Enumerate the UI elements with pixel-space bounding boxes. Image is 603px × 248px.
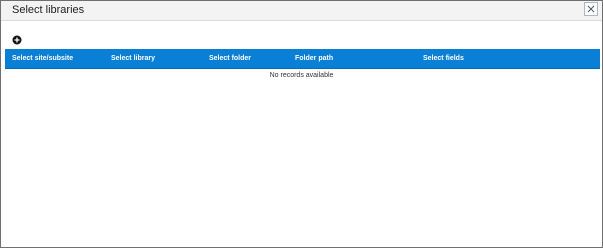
column-header-folder[interactable]: Select folder xyxy=(209,55,251,63)
add-row-button[interactable] xyxy=(12,32,22,45)
column-header-fields[interactable]: Select fields xyxy=(423,55,464,63)
column-header-site[interactable]: Select site/subsite xyxy=(12,55,73,63)
select-libraries-dialog: Select libraries Select site/subsite Sel… xyxy=(0,0,603,248)
column-header-library[interactable]: Select library xyxy=(111,55,155,63)
grid-header: Select site/subsite Select library Selec… xyxy=(5,49,600,69)
dialog-titlebar: Select libraries xyxy=(1,1,602,21)
close-button[interactable] xyxy=(584,2,598,16)
empty-grid-message: No records available xyxy=(269,72,334,79)
add-circle-icon xyxy=(12,35,22,45)
dialog-title: Select libraries xyxy=(12,4,85,16)
column-header-folder-path[interactable]: Folder path xyxy=(295,55,333,63)
close-icon xyxy=(587,5,595,13)
